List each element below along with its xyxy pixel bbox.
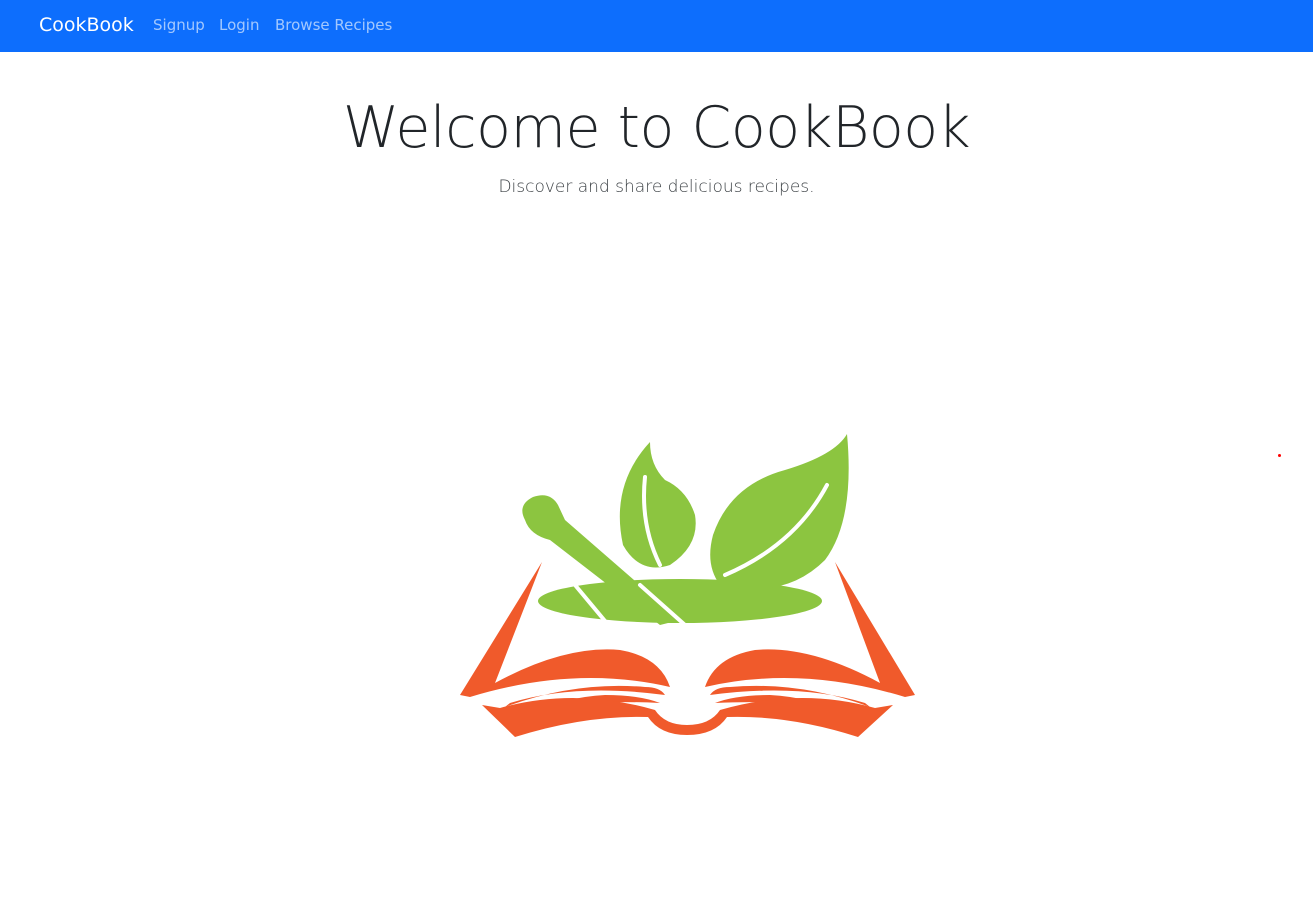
- nav-link-signup[interactable]: Signup: [153, 15, 205, 35]
- nav-link-browse-recipes[interactable]: Browse Recipes: [275, 15, 392, 35]
- page-title: Welcome to CookBook: [342, 95, 971, 161]
- book-cover: [482, 697, 893, 737]
- cookbook-logo-icon: [460, 434, 915, 737]
- mortar-pestle-icon: [522, 434, 849, 625]
- top-navbar: CookBook Signup Login Browse Recipes: [0, 0, 1313, 52]
- cursor-dot: [1278, 454, 1281, 457]
- brand-link[interactable]: CookBook: [39, 12, 134, 38]
- page-subtitle: Discover and share delicious recipes.: [498, 177, 815, 197]
- nav-link-login[interactable]: Login: [219, 15, 259, 35]
- small-leaf: [619, 442, 696, 568]
- large-leaf: [710, 434, 849, 590]
